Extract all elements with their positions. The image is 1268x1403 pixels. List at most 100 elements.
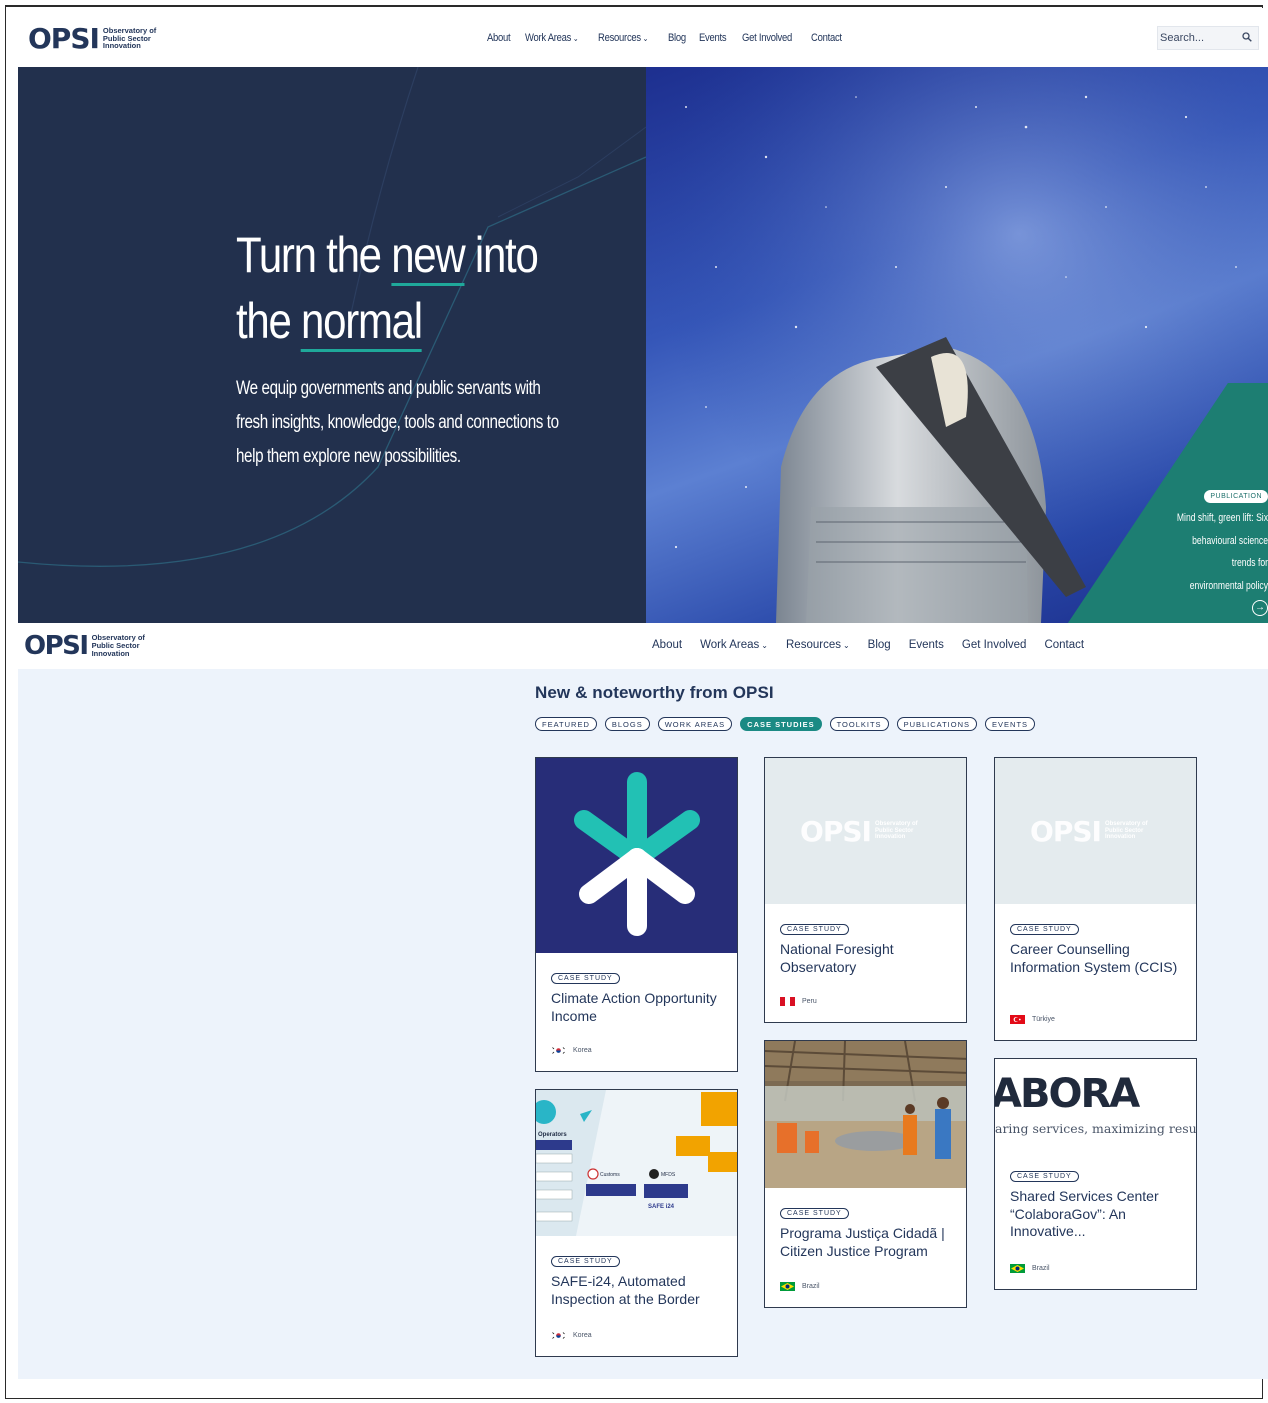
card-title[interactable]: Shared Services Center “ColaboraGov”: An… bbox=[1010, 1188, 1181, 1241]
publication-title[interactable]: Mind shift, green lift: Six behavioural … bbox=[1174, 507, 1268, 597]
country-name: Türkiye bbox=[1032, 1016, 1055, 1023]
opsi-logo[interactable]: OPSI Observatory of Public Sector Innova… bbox=[24, 631, 154, 661]
country-name: Peru bbox=[802, 998, 817, 1005]
logo-subtitle: Observatory of Public Sector Innovation bbox=[102, 25, 157, 51]
logo-subtitle: Observatory of Public Sector Innovation bbox=[91, 633, 145, 658]
publication-title-line: behavioural science trends for bbox=[1192, 534, 1268, 570]
card-title[interactable]: SAFE-i24, Automated Inspection at the Bo… bbox=[551, 1273, 722, 1308]
card-thumbnail-diagram: Operators Customs MFDS SAFE i24 bbox=[536, 1090, 737, 1236]
nav-contact[interactable]: Contact bbox=[811, 32, 842, 44]
card-tag: CASE STUDY bbox=[780, 1208, 849, 1219]
filter-chips: FEATURED BLOGS WORK AREAS CASE STUDIES T… bbox=[535, 717, 1043, 731]
logo-mark: OPSI bbox=[24, 631, 89, 661]
nav-work-areas[interactable]: Work Areas ⌄ bbox=[700, 639, 768, 651]
colaboragov-tagline: aring services, maximizing resul bbox=[995, 1121, 1196, 1136]
nav-about[interactable]: About bbox=[487, 32, 511, 44]
search-icon[interactable] bbox=[1242, 31, 1252, 45]
filter-featured[interactable]: FEATURED bbox=[535, 717, 597, 731]
country-name: Brazil bbox=[1032, 1265, 1050, 1272]
filter-blogs[interactable]: BLOGS bbox=[604, 717, 650, 731]
noteworthy-section: New & noteworthy from OPSI FEATURED BLOG… bbox=[18, 669, 1268, 1379]
hero-title-underlined: new bbox=[391, 227, 466, 286]
hero-title-part: Turn the bbox=[236, 227, 392, 283]
nav-resources[interactable]: Resources ⌄ bbox=[786, 639, 850, 651]
placeholder-logo-subtitle: Observatory of Public Sector Innovation bbox=[874, 821, 918, 841]
case-card-climate-action[interactable]: CASE STUDY Climate Action Opportunity In… bbox=[535, 757, 738, 1072]
nav-events[interactable]: Events bbox=[909, 639, 944, 651]
main-nav: About Work Areas ⌄ Resources ⌄ Blog Events… bbox=[652, 639, 1102, 651]
card-country: Peru bbox=[780, 997, 817, 1006]
nav-get-involved[interactable]: Get Involved bbox=[962, 639, 1027, 651]
card-tag: CASE STUDY bbox=[551, 973, 620, 984]
logo-mark: OPSI bbox=[28, 22, 100, 55]
korea-flag-icon bbox=[551, 1046, 566, 1055]
card-country: Brazil bbox=[1010, 1264, 1050, 1273]
card-thumbnail-opsi-placeholder: OPSI Observatory of Public Sector Innova… bbox=[995, 758, 1196, 904]
chevron-down-icon: ⌄ bbox=[842, 640, 850, 650]
card-title[interactable]: Programa Justiça Cidadã | Citizen Justic… bbox=[780, 1225, 951, 1260]
colaboragov-wordmark: ABORA bbox=[995, 1071, 1140, 1117]
publication-teaser[interactable]: PUBLICATION Mind shift, green lift: Six … bbox=[1148, 485, 1268, 616]
korea-flag-icon bbox=[551, 1331, 566, 1340]
card-title[interactable]: Climate Action Opportunity Income bbox=[551, 990, 722, 1025]
peru-flag-icon bbox=[780, 997, 795, 1006]
diagram-label: Customs bbox=[600, 1172, 620, 1178]
card-country: Türkiye bbox=[1010, 1015, 1055, 1024]
card-thumbnail bbox=[536, 758, 737, 953]
case-card-safe-i24[interactable]: Operators Customs MFDS SAFE i24 CASE STU… bbox=[535, 1089, 738, 1357]
country-name: Brazil bbox=[802, 1283, 820, 1290]
asterisk-logo-icon bbox=[574, 772, 700, 936]
card-thumbnail-colaboragov: ABORA aring services, maximizing resul bbox=[995, 1059, 1196, 1151]
brazil-flag-icon bbox=[780, 1282, 795, 1291]
diagram-label: SAFE i24 bbox=[648, 1204, 675, 1210]
card-title[interactable]: National Foresight Observatory bbox=[780, 941, 951, 976]
hero-title-part: into bbox=[464, 227, 539, 283]
nav-work-areas[interactable]: Work Areas ⌄ bbox=[525, 32, 579, 44]
filter-events[interactable]: EVENTS bbox=[985, 717, 1036, 731]
filter-case-studies[interactable]: CASE STUDIES bbox=[740, 717, 822, 731]
arrow-right-circle-icon[interactable]: → bbox=[1252, 600, 1268, 616]
nav-contact[interactable]: Contact bbox=[1044, 639, 1084, 651]
filter-work-areas[interactable]: WORK AREAS bbox=[657, 717, 733, 731]
nav-get-involved[interactable]: Get Involved bbox=[742, 32, 792, 44]
brazil-flag-icon bbox=[1010, 1264, 1025, 1273]
publication-title-line: Mind shift, green lift: Six bbox=[1176, 512, 1268, 524]
section-title: New & noteworthy from OPSI bbox=[535, 683, 774, 702]
card-country: Korea bbox=[551, 1046, 592, 1055]
card-title[interactable]: Career Counselling Information System (C… bbox=[1010, 941, 1181, 976]
card-tag: CASE STUDY bbox=[551, 1256, 620, 1267]
chevron-down-icon: ⌄ bbox=[642, 33, 649, 43]
card-thumbnail-opsi-placeholder: OPSI Observatory of Public Sector Innova… bbox=[765, 758, 966, 904]
chevron-down-icon: ⌄ bbox=[761, 640, 768, 650]
diagram-label: MFDS bbox=[661, 1172, 676, 1178]
case-card-citizen-justice[interactable]: CASE STUDY Programa Justiça Cidadã | Cit… bbox=[764, 1040, 967, 1308]
opsi-logo[interactable]: OPSI Observatory of Public Sector Innova… bbox=[28, 22, 163, 55]
process-diagram-image: Operators Customs MFDS SAFE i24 bbox=[536, 1090, 737, 1236]
site-header: OPSI Observatory of Public Sector Innova… bbox=[18, 8, 1268, 67]
case-card-career-counselling[interactable]: OPSI Observatory of Public Sector Innova… bbox=[994, 757, 1197, 1041]
nav-blog[interactable]: Blog bbox=[668, 32, 686, 44]
nav-about[interactable]: About bbox=[652, 639, 682, 651]
placeholder-logo: OPSI bbox=[1030, 814, 1102, 848]
filter-toolkits[interactable]: TOOLKITS bbox=[829, 717, 889, 731]
hero-title-part: the bbox=[236, 293, 302, 349]
nav-resources[interactable]: Resources ⌄ bbox=[598, 32, 648, 44]
hero-title: Turn the new into the normal bbox=[236, 222, 539, 354]
card-country: Korea bbox=[551, 1331, 592, 1340]
nav-blog[interactable]: Blog bbox=[868, 639, 891, 651]
meeting-photo-image bbox=[765, 1041, 966, 1188]
search-input[interactable]: Search... bbox=[1160, 32, 1204, 44]
hero-title-underlined: normal bbox=[301, 293, 423, 352]
search-box[interactable]: Search... bbox=[1157, 26, 1259, 50]
turkiye-flag-icon bbox=[1010, 1015, 1025, 1024]
publication-title-line: environmental policy bbox=[1189, 579, 1268, 592]
card-thumbnail-photo bbox=[765, 1041, 966, 1188]
hero-lead: We equip governments and public servants… bbox=[236, 378, 559, 467]
filter-publications[interactable]: PUBLICATIONS bbox=[896, 717, 978, 731]
case-card-national-foresight[interactable]: OPSI Observatory of Public Sector Innova… bbox=[764, 757, 967, 1023]
case-card-colaboragov[interactable]: ABORA aring services, maximizing resul C… bbox=[994, 1058, 1197, 1290]
card-tag: CASE STUDY bbox=[1010, 1171, 1079, 1182]
placeholder-logo: OPSI bbox=[800, 814, 872, 848]
country-name: Korea bbox=[573, 1332, 592, 1339]
nav-events[interactable]: Events bbox=[699, 32, 727, 44]
